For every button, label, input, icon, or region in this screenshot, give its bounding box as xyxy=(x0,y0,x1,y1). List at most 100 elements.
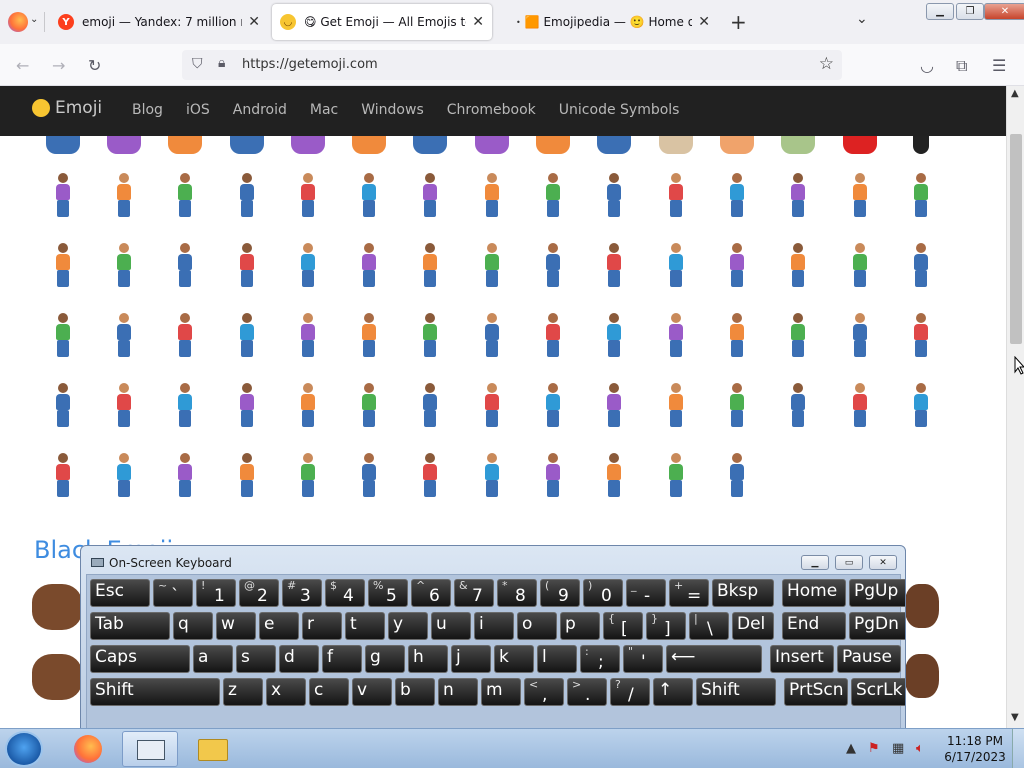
tab-yandex[interactable]: Y emoji — Yandex: 7 million resul ✕ xyxy=(50,4,268,40)
pocket-icon[interactable]: ◡ xyxy=(920,56,934,75)
key-f[interactable]: f xyxy=(322,645,362,673)
list-all-tabs-button[interactable]: ⌄ xyxy=(856,11,868,27)
tracking-protection-icon[interactable]: ⛉ xyxy=(192,56,203,72)
emoji-item[interactable] xyxy=(706,380,767,430)
emoji-item[interactable] xyxy=(645,136,706,156)
key-9[interactable]: (9 xyxy=(540,579,580,607)
emoji-item[interactable] xyxy=(584,240,645,290)
key-x[interactable]: x xyxy=(266,678,306,706)
key-prtscn[interactable]: PrtScn xyxy=(784,678,848,706)
emoji-item[interactable] xyxy=(768,240,829,290)
key-o[interactable]: o xyxy=(517,612,557,640)
key-.[interactable]: >. xyxy=(567,678,607,706)
emoji-item[interactable] xyxy=(522,136,583,156)
back-icon[interactable]: ← xyxy=(16,56,29,75)
emoji-item[interactable] xyxy=(32,240,93,290)
emoji-item[interactable] xyxy=(216,170,277,220)
emoji-item[interactable] xyxy=(338,380,399,430)
emoji-item[interactable] xyxy=(216,240,277,290)
close-window-button[interactable]: ✕ xyxy=(984,3,1024,20)
emoji-item[interactable] xyxy=(890,240,951,290)
emoji-item[interactable] xyxy=(216,310,277,360)
key-4[interactable]: $4 xyxy=(325,579,365,607)
emoji-item[interactable] xyxy=(93,240,154,290)
emoji-item[interactable] xyxy=(768,170,829,220)
emoji-item[interactable] xyxy=(522,450,583,500)
emoji-item[interactable] xyxy=(155,450,216,500)
firefox-menu-icon[interactable] xyxy=(8,12,28,32)
volume-muted-icon[interactable]: 🔈︎ xyxy=(916,741,924,756)
key-=[interactable]: + = xyxy=(669,579,709,607)
emoji-item[interactable] xyxy=(32,136,93,156)
emoji-item[interactable] xyxy=(706,310,767,360)
osk-close-button[interactable]: ✕ xyxy=(869,555,897,570)
emoji-item[interactable] xyxy=(338,170,399,220)
hamburger-menu-icon[interactable]: ☰ xyxy=(992,56,1006,75)
key-m[interactable]: m xyxy=(481,678,521,706)
nav-link-ios[interactable]: iOS xyxy=(186,102,210,118)
key-b[interactable]: b xyxy=(395,678,435,706)
emoji-item[interactable] xyxy=(400,380,461,430)
key-pgdn[interactable]: PgDn xyxy=(849,612,905,640)
emoji-item[interactable] xyxy=(905,654,939,698)
emoji-item[interactable] xyxy=(277,170,338,220)
nav-link-blog[interactable]: Blog xyxy=(132,102,163,118)
emoji-item[interactable] xyxy=(584,450,645,500)
taskbar-firefox[interactable] xyxy=(60,731,116,767)
emoji-item[interactable] xyxy=(400,450,461,500)
emoji-item[interactable] xyxy=(155,380,216,430)
emoji-item[interactable] xyxy=(645,380,706,430)
emoji-item[interactable] xyxy=(706,170,767,220)
emoji-item[interactable] xyxy=(890,170,951,220)
minimize-button[interactable]: ▁ xyxy=(926,3,954,20)
emoji-item[interactable] xyxy=(338,310,399,360)
key-n[interactable]: n xyxy=(438,678,478,706)
emoji-item[interactable] xyxy=(155,136,216,156)
key-h[interactable]: h xyxy=(408,645,448,673)
clapping-hands-emoji[interactable] xyxy=(32,584,82,630)
emoji-item[interactable] xyxy=(338,240,399,290)
emoji-item[interactable] xyxy=(216,380,277,430)
emoji-item[interactable] xyxy=(216,136,277,156)
key-[[interactable]: {[ xyxy=(603,612,643,640)
nav-link-windows[interactable]: Windows xyxy=(361,102,424,118)
key-6[interactable]: ^ 6 xyxy=(411,579,451,607)
key-k[interactable]: k xyxy=(494,645,534,673)
emoji-item[interactable] xyxy=(768,136,829,156)
scrollbar-thumb[interactable] xyxy=(1010,134,1022,344)
key-'[interactable]: " ' xyxy=(623,645,663,673)
emoji-item[interactable] xyxy=(400,170,461,220)
emoji-item[interactable] xyxy=(522,380,583,430)
key-q[interactable]: q xyxy=(173,612,213,640)
emoji-item[interactable] xyxy=(93,450,154,500)
key-end[interactable]: End xyxy=(782,612,846,640)
key-↑[interactable]: ↑ xyxy=(653,678,693,706)
site-logo[interactable]: Emoji xyxy=(32,98,102,118)
key-scrlk[interactable]: ScrLk xyxy=(851,678,905,706)
emoji-item[interactable] xyxy=(584,136,645,156)
emoji-item[interactable] xyxy=(338,450,399,500)
key-\[interactable]: | \ xyxy=(689,612,729,640)
network-icon[interactable]: ▦ xyxy=(892,741,904,756)
url-text[interactable]: https://getemoji.com xyxy=(242,57,378,72)
emoji-item[interactable] xyxy=(829,380,890,430)
emoji-item[interactable] xyxy=(768,380,829,430)
emoji-item[interactable] xyxy=(645,310,706,360)
emoji-item[interactable] xyxy=(277,310,338,360)
key-`[interactable]: ~ ` xyxy=(153,579,193,607)
close-tab-icon[interactable]: ✕ xyxy=(698,14,710,30)
key-i[interactable]: i xyxy=(474,612,514,640)
lock-icon[interactable]: 🔒︎ xyxy=(218,55,225,71)
key-caps[interactable]: Caps xyxy=(90,645,190,673)
emoji-item[interactable] xyxy=(829,240,890,290)
emoji-item[interactable] xyxy=(645,170,706,220)
emoji-item[interactable] xyxy=(93,380,154,430)
emoji-item[interactable] xyxy=(706,240,767,290)
key-pause[interactable]: Pause xyxy=(837,645,901,673)
key-insert[interactable]: Insert xyxy=(770,645,834,673)
tab-get-emoji[interactable]: ◡ 😋 Get Emoji — All Emojis to ✕ xyxy=(272,4,492,40)
emoji-item[interactable] xyxy=(400,240,461,290)
key-][interactable]: }] xyxy=(646,612,686,640)
close-tab-icon[interactable]: ✕ xyxy=(248,14,260,30)
emoji-item[interactable] xyxy=(522,310,583,360)
